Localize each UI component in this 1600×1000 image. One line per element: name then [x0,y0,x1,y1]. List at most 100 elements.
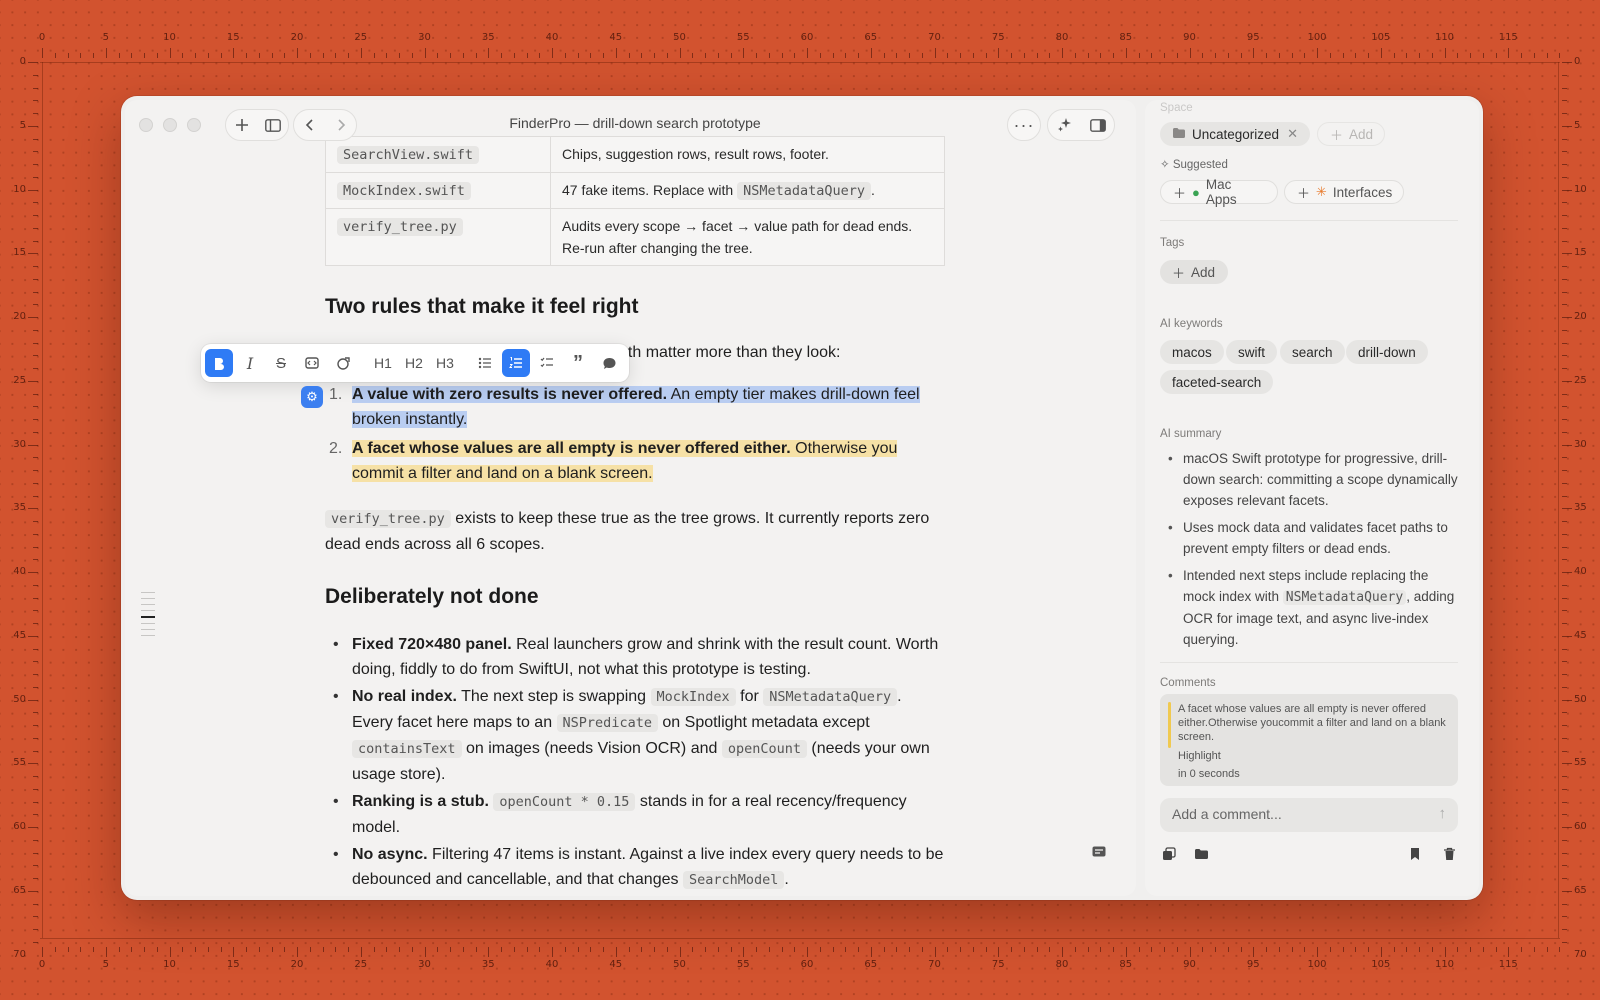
ruler-tick [539,947,541,952]
copy-icon[interactable] [1155,840,1183,868]
ruler-label: 85 [1119,32,1133,43]
suggested-chip-mac-apps[interactable]: ＋ ● Mac Apps [1160,177,1278,207]
bookmark-icon[interactable] [1401,840,1429,868]
block-settings-icon[interactable]: ⚙ [301,386,323,408]
panel-right-icon[interactable] [1084,111,1112,139]
link-icon[interactable] [329,349,357,377]
ruler-label: 60 [1574,821,1587,832]
sparkle-icon[interactable] [1051,111,1079,139]
ruler-tick [705,947,706,952]
ruler-tick [552,48,553,58]
ruler-label: 15 [1574,247,1587,259]
plus-icon[interactable] [228,111,256,139]
ellipsis-icon[interactable]: ··· [1010,111,1038,139]
caption-icon[interactable] [1085,838,1113,866]
divider [1160,220,1458,221]
tags-add-button[interactable]: ＋ Add [1160,260,1228,284]
verify-paragraph: verify_tree.py exists to keep these true… [325,510,930,553]
suggested-chip-interfaces[interactable]: ＋ ✳ Interfaces [1284,180,1404,204]
keyword-chip[interactable]: faceted-search [1160,370,1274,394]
ruler-tick [80,947,82,952]
ruler-tick [33,648,38,650]
numbered-list-icon[interactable] [502,349,530,377]
ruler-tick [33,929,38,930]
strikethrough-icon[interactable]: S [267,349,295,377]
ruler-label: 10 [163,959,176,970]
ruler-tick [1342,53,1344,58]
ruler-tick [33,176,38,178]
heading1-icon[interactable]: H1 [369,349,397,377]
ruler-tick [501,947,502,952]
keyword-chip[interactable]: swift [1226,340,1277,364]
minimize-window-button[interactable] [163,118,177,132]
zoom-window-button[interactable] [187,118,201,132]
ruler-tick [1176,947,1178,952]
ruler-tick [33,814,38,816]
ruler-tick [360,48,362,58]
quote-icon[interactable]: ” [564,349,592,377]
ruler-tick [33,329,38,331]
file-description: Audits every scope → facet → value path … [550,208,945,266]
ruler-tick [1291,947,1293,952]
heading2-icon[interactable]: H2 [400,349,428,377]
close-window-button[interactable] [139,118,153,132]
comment-card[interactable]: A facet whose values are all empty is ne… [1160,694,1458,786]
ruler-tick [33,406,38,408]
ruler-tick [1562,151,1567,153]
space-chip[interactable]: Uncategorized ✕ [1160,122,1310,146]
chevron-left-icon[interactable] [296,111,324,139]
code-icon[interactable] [298,349,326,377]
ruler-tick [628,947,630,952]
space-add-button[interactable]: ＋ Add [1317,122,1385,146]
ruler-tick [1431,947,1433,952]
chevron-right-icon[interactable] [327,111,355,139]
ruler-label: 15 [13,247,26,259]
ruler-tick [488,947,490,957]
ruler-tick [666,947,668,952]
ruler-tick [118,53,120,58]
ruler-label: 65 [864,32,878,43]
checklist-icon[interactable] [533,349,561,377]
ruler-tick [807,48,808,58]
ruler-label: 105 [1371,959,1391,970]
ruler-tick [1562,916,1567,918]
bullet-list-icon[interactable] [471,349,499,377]
list-item: 1. A value with zero results is never off… [329,386,920,428]
ruler-tick [258,53,260,58]
ruler-tick [590,947,592,952]
ruler-tick [475,53,477,58]
apple-icon: ● [1192,184,1200,200]
ruler-tick [1562,508,1572,510]
ruler-tick [1562,189,1572,191]
folder-icon[interactable] [1187,840,1215,868]
keyword-chip[interactable]: search [1280,340,1345,364]
italic-icon[interactable]: I [236,349,264,377]
send-arrow-icon[interactable]: ↑ [1439,805,1447,822]
bold-icon[interactable] [205,349,233,377]
ruler-label: 30 [418,32,431,43]
ruler-tick [1444,48,1446,58]
ruler-tick [845,53,847,58]
ruler-tick [641,947,643,952]
ai-summary-label: AI summary [1160,428,1222,440]
ruler-tick [28,380,38,382]
keyword-chip[interactable]: drill-down [1346,340,1428,364]
comment-input[interactable]: Add a comment... ↑ [1160,798,1458,832]
document-content[interactable]: SearchView.swift Chips, suggestion rows,… [325,100,965,896]
ruler-tick [284,947,286,952]
asterisk-icon: ✳ [1316,184,1327,199]
ruler-tick [462,53,464,58]
keyword-chip[interactable]: macos [1160,340,1224,364]
ruler-tick [1562,291,1567,293]
plus-icon: ＋ [1297,185,1311,201]
heading3-icon[interactable]: H3 [431,349,459,377]
comment-icon[interactable] [595,349,623,377]
ruler-tick [1562,176,1567,178]
ruler-tick [1562,393,1567,395]
ruler-tick [131,53,133,58]
sidebar-icon[interactable] [259,111,287,139]
remove-icon[interactable]: ✕ [1287,126,1298,142]
trash-icon[interactable] [1435,840,1463,868]
outline-minimap[interactable] [141,592,155,641]
ruler-tick [615,48,617,58]
